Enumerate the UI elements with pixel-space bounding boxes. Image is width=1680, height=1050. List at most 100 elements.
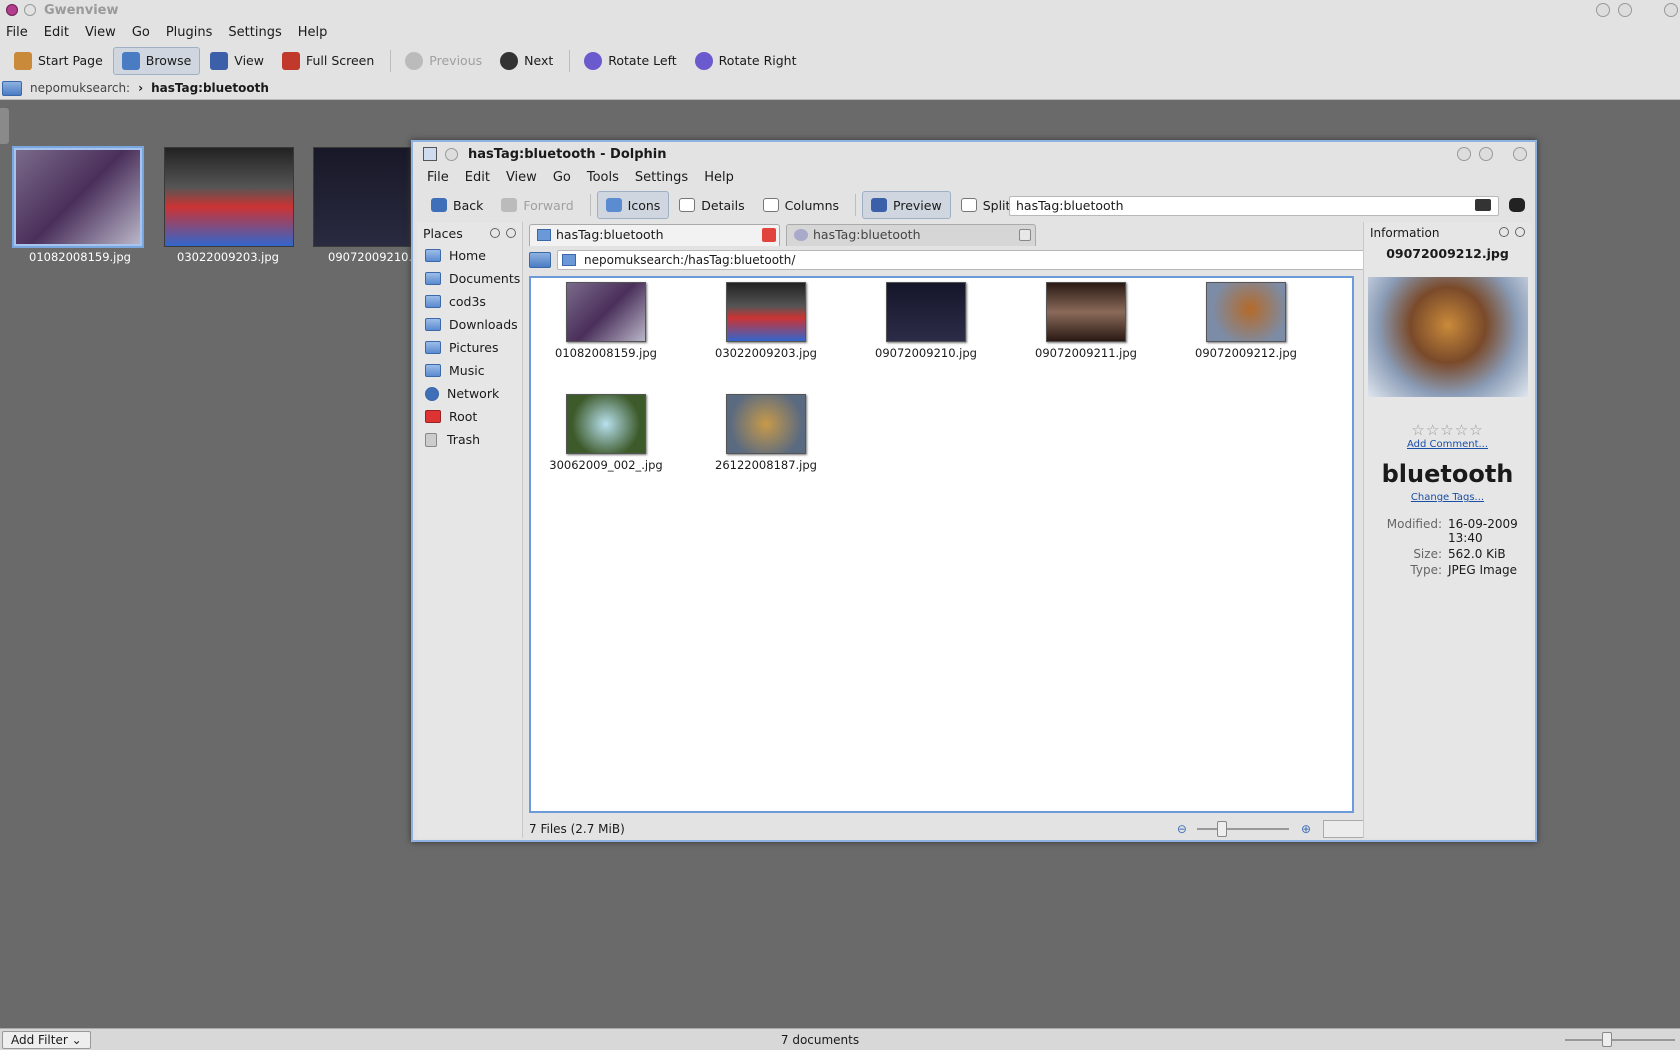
- place-home[interactable]: Home: [417, 244, 522, 267]
- tab-active[interactable]: hasTag:bluetooth: [529, 224, 780, 246]
- place-cod3s[interactable]: cod3s: [417, 290, 522, 313]
- rotate-right-button[interactable]: Rotate Right: [687, 47, 805, 75]
- panel-close-icon[interactable]: [506, 227, 516, 238]
- add-comment-link[interactable]: Add Comment...: [1364, 439, 1531, 450]
- thumbnail[interactable]: [12, 146, 144, 248]
- tab-inactive[interactable]: hasTag:bluetooth: [786, 224, 1036, 246]
- dolphin-app-icon[interactable]: [423, 147, 437, 161]
- place-network[interactable]: Network: [417, 382, 522, 405]
- search-input[interactable]: hasTag:bluetooth: [1009, 196, 1499, 216]
- previous-icon: [405, 51, 424, 70]
- toolbar-separator: [589, 194, 591, 216]
- columns-label: Columns: [784, 197, 840, 213]
- binoculars-icon[interactable]: [1509, 198, 1525, 212]
- tab-bar: hasTag:bluetooth hasTag:bluetooth: [529, 224, 1497, 246]
- file-name: 09072009211.jpg: [1035, 346, 1137, 360]
- browse-button[interactable]: Browse: [112, 46, 201, 75]
- columns-view-button[interactable]: Columns: [755, 191, 847, 219]
- thumbnail[interactable]: [164, 147, 294, 247]
- file-item[interactable]: 01082008159.jpg: [531, 282, 681, 360]
- menu-help[interactable]: Help: [704, 170, 734, 185]
- file-item[interactable]: 09072009212.jpg: [1171, 282, 1321, 360]
- menu-edit[interactable]: Edit: [465, 170, 490, 185]
- maximize-button[interactable]: [1479, 147, 1493, 161]
- pin-icon[interactable]: [24, 4, 36, 16]
- tab-close-icon[interactable]: [1019, 229, 1031, 241]
- place-trash[interactable]: Trash: [417, 428, 522, 451]
- breadcrumb-root[interactable]: nepomuksearch:: [30, 81, 130, 95]
- pin-icon[interactable]: [445, 147, 458, 161]
- file-item[interactable]: 30062009_002_.jpg: [531, 394, 681, 472]
- menu-file[interactable]: File: [6, 25, 28, 40]
- close-button[interactable]: [1664, 3, 1678, 17]
- place-downloads[interactable]: Downloads: [417, 313, 522, 336]
- menu-file[interactable]: File: [427, 170, 449, 185]
- toolbar-separator: [569, 49, 571, 72]
- toolbar-separator: [855, 194, 857, 216]
- file-item[interactable]: 26122008187.jpg: [691, 394, 841, 472]
- menu-edit[interactable]: Edit: [44, 25, 69, 40]
- url-value: nepomuksearch:/hasTag:bluetooth/: [584, 253, 796, 267]
- view-label: View: [234, 53, 264, 68]
- clear-search-icon[interactable]: [1475, 199, 1491, 211]
- forward-button[interactable]: Forward: [493, 191, 581, 219]
- menu-tools[interactable]: Tools: [587, 170, 619, 185]
- gwenview-titlebar[interactable]: Gwenview: [0, 0, 1680, 20]
- menu-view[interactable]: View: [85, 25, 116, 40]
- preview-button[interactable]: Preview: [862, 191, 951, 219]
- dolphin-titlebar[interactable]: hasTag:bluetooth - Dolphin: [413, 142, 1535, 166]
- menu-help[interactable]: Help: [298, 25, 328, 40]
- file-thumbnail: [566, 394, 646, 454]
- file-name: 30062009_002_.jpg: [549, 458, 663, 472]
- file-item[interactable]: 09072009210.jpg: [851, 282, 1001, 360]
- panel-float-icon[interactable]: [490, 227, 500, 238]
- tab-close-icon[interactable]: [762, 228, 776, 242]
- menu-settings[interactable]: Settings: [635, 170, 688, 185]
- zoom-slider-track[interactable]: [1565, 1039, 1675, 1041]
- zoom-slider[interactable]: [1196, 821, 1289, 837]
- places-folder-icon[interactable]: [529, 252, 551, 268]
- place-root[interactable]: Root: [417, 405, 522, 428]
- minimize-button[interactable]: [1457, 147, 1471, 161]
- full-screen-button[interactable]: Full Screen: [274, 47, 382, 75]
- details-view-icon: [679, 198, 696, 212]
- view-button[interactable]: View: [202, 47, 272, 75]
- panel-float-icon[interactable]: [1499, 227, 1509, 237]
- close-button[interactable]: [1513, 147, 1527, 161]
- zoom-out-icon[interactable]: ⊖: [1177, 822, 1187, 836]
- menu-plugins[interactable]: Plugins: [166, 25, 213, 40]
- next-button[interactable]: Next: [492, 47, 561, 75]
- start-page-button[interactable]: Start Page: [6, 47, 111, 75]
- sidebar-toggle-handle[interactable]: [0, 108, 9, 144]
- maximize-button[interactable]: [1618, 3, 1632, 17]
- details-view-button[interactable]: Details: [671, 191, 752, 219]
- change-tags-link[interactable]: Change Tags...: [1364, 492, 1531, 503]
- rating-stars[interactable]: ☆☆☆☆☆: [1364, 421, 1531, 439]
- menu-go[interactable]: Go: [553, 170, 571, 185]
- back-button[interactable]: Back: [423, 191, 491, 219]
- previous-button[interactable]: Previous: [397, 47, 490, 75]
- gwenview-app-icon[interactable]: [6, 4, 18, 16]
- place-music[interactable]: Music: [417, 359, 522, 382]
- tab-label: hasTag:bluetooth: [556, 227, 664, 242]
- file-item[interactable]: 03022009203.jpg: [691, 282, 841, 360]
- zoom-in-icon[interactable]: ⊕: [1301, 822, 1311, 836]
- menu-view[interactable]: View: [506, 170, 537, 185]
- rotate-left-button[interactable]: Rotate Left: [576, 47, 684, 75]
- place-pictures[interactable]: Pictures: [417, 336, 522, 359]
- breadcrumb-current[interactable]: hasTag:bluetooth: [151, 81, 269, 95]
- url-input[interactable]: nepomuksearch:/hasTag:bluetooth/ ⌄: [557, 250, 1503, 270]
- minimize-button[interactable]: [1596, 3, 1610, 17]
- gwenview-menubar: File Edit View Go Plugins Settings Help: [0, 20, 1680, 44]
- menu-go[interactable]: Go: [132, 25, 150, 40]
- place-documents[interactable]: Documents: [417, 267, 522, 290]
- icons-view-button[interactable]: Icons: [596, 191, 670, 219]
- zoom-slider-handle[interactable]: [1602, 1032, 1612, 1047]
- info-tag: bluetooth: [1381, 460, 1514, 488]
- panel-close-icon[interactable]: [1515, 227, 1525, 237]
- file-item[interactable]: 09072009211.jpg: [1011, 282, 1161, 360]
- menu-settings[interactable]: Settings: [228, 25, 281, 40]
- file-view[interactable]: 01082008159.jpg 03022009203.jpg 09072009…: [529, 276, 1354, 813]
- zoom-slider-handle[interactable]: [1216, 821, 1227, 837]
- thumbnail[interactable]: [313, 147, 411, 247]
